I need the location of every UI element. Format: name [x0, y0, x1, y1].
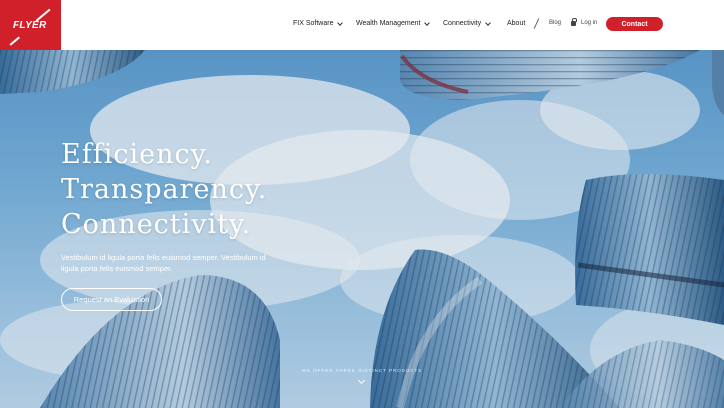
hero-headline: Efficiency. Transparency. Connectivity.: [61, 137, 267, 242]
login-label: Log in: [581, 20, 598, 26]
nav-item-wealth-management[interactable]: Wealth Management: [356, 19, 431, 27]
nav-label: About: [507, 20, 526, 27]
flyer-logo[interactable]: FLYER: [0, 0, 61, 50]
nav-label: FIX Software: [293, 20, 334, 27]
top-navbar: FLYER FIX Software Wealth Management Con…: [0, 0, 724, 50]
hero-subtext: Vestibulum id ligula porta felis euismod…: [61, 253, 266, 273]
nav-item-fix-software[interactable]: FIX Software: [293, 19, 344, 27]
nav-item-blog[interactable]: Blog: [549, 20, 561, 26]
brand-name: FLYER: [13, 20, 47, 31]
products-note: WE OFFER THREE DISTINCT PRODUCTS: [301, 368, 423, 373]
chevron-down-icon: [337, 19, 344, 26]
request-evaluation-button[interactable]: Request an Evaluation: [61, 288, 162, 311]
nav-label: Blog: [549, 20, 562, 26]
logo-stroke-icon: [9, 36, 20, 46]
chevron-down-icon: [485, 19, 491, 26]
login-link[interactable]: Log in: [571, 17, 598, 26]
headline-line: Efficiency.: [61, 139, 213, 170]
chevron-down-icon: [424, 19, 431, 26]
headline-line: Connectivity.: [61, 209, 252, 240]
nav-label: Connectivity: [443, 20, 482, 27]
nav-item-about[interactable]: About: [507, 20, 525, 27]
nav-item-connectivity[interactable]: Connectivity: [443, 19, 491, 27]
headline-line: Transparency.: [61, 174, 268, 205]
lock-icon: [571, 17, 577, 26]
nav-divider: [533, 18, 540, 29]
nav-label: Wealth Management: [356, 20, 421, 27]
contact-button[interactable]: Contact: [606, 17, 663, 31]
